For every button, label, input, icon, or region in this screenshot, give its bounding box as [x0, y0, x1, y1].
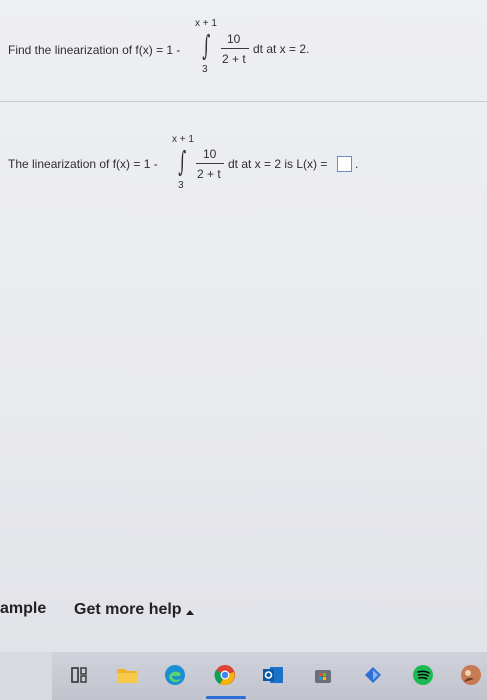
answer-upper-limit: x + 1 [172, 134, 194, 145]
taskbar-search-area[interactable] [0, 652, 52, 700]
question-sheet: Find the linearization of f(x) = 1 - x +… [0, 0, 487, 652]
question-lower-limit: 3 [202, 64, 208, 75]
answer-numerator: 10 [203, 147, 217, 161]
answer-period: . [355, 157, 359, 171]
spotify-icon[interactable] [410, 662, 436, 688]
app2-icon[interactable] [458, 662, 484, 688]
answer-prompt: The linearization of f(x) = 1 - [8, 157, 158, 171]
integral-sign: ∫ [202, 29, 211, 62]
app-icon[interactable] [360, 662, 386, 688]
chrome-icon[interactable] [212, 662, 238, 688]
question-numerator: 10 [227, 32, 241, 46]
get-more-help-button[interactable]: Get more help [74, 601, 182, 619]
active-app-indicator [206, 696, 246, 699]
question-suffix: dt at x = 2. [253, 42, 310, 56]
example-link[interactable]: ample [0, 600, 46, 618]
file-explorer-icon[interactable] [114, 662, 140, 688]
answer-fraction-bar [196, 163, 224, 164]
section-divider [0, 101, 487, 102]
caret-up-icon [186, 610, 194, 615]
question-denominator: 2 + t [222, 52, 246, 66]
question-upper-limit: x + 1 [195, 18, 217, 29]
taskbar [0, 652, 487, 700]
edge-icon[interactable] [162, 662, 188, 688]
task-view-icon[interactable] [66, 662, 92, 688]
answer-denominator: 2 + t [197, 167, 221, 181]
answer-input[interactable] [337, 156, 352, 172]
store-icon[interactable] [310, 662, 336, 688]
answer-lower-limit: 3 [178, 180, 184, 191]
question-fraction-bar [221, 48, 249, 49]
question-prompt: Find the linearization of f(x) = 1 - [8, 43, 181, 57]
integral-sign: ∫ [178, 145, 187, 178]
answer-suffix: dt at x = 2 is L(x) = [228, 157, 328, 171]
outlook-icon[interactable] [260, 662, 286, 688]
